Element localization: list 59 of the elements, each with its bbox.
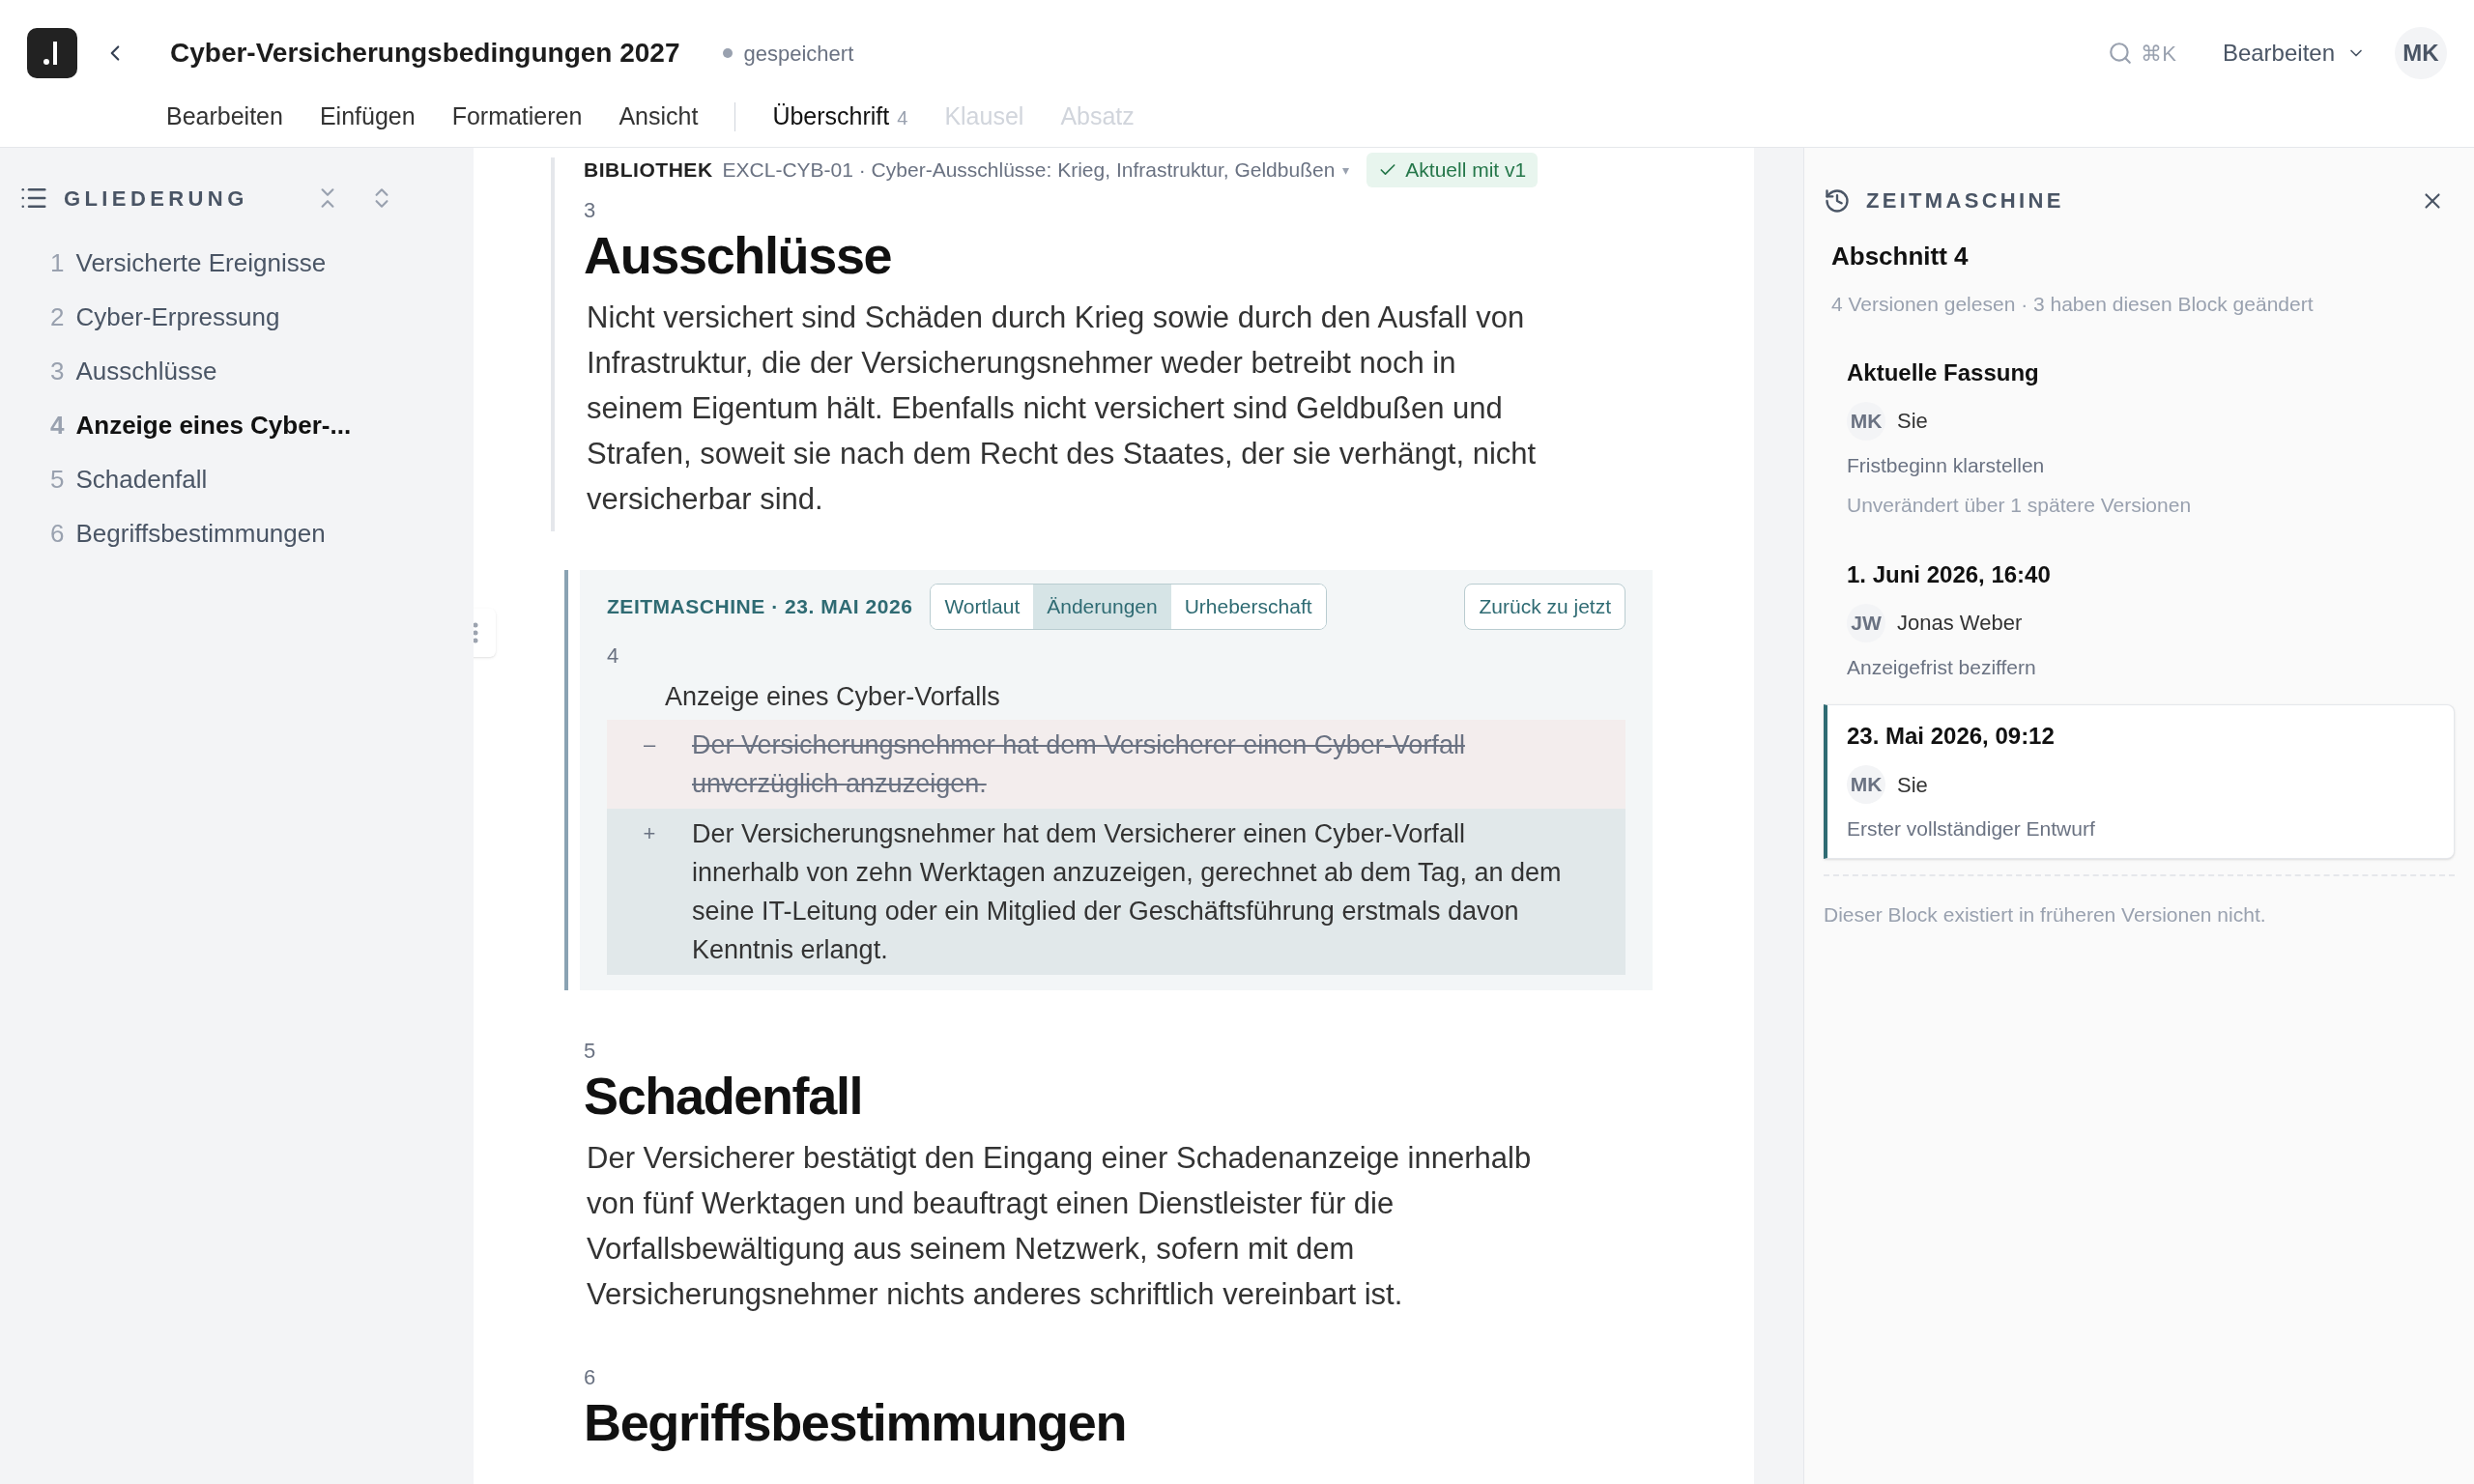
author-name: Jonas Weber [1897, 610, 2023, 637]
section-text: Der Versicherer bestätigt den Eingang einer Schadenanzeige innerhalb von fünf Werktagen und beauftragt einen Dienstleister für die Vorfallsbewältigung aus seinem Netzwerk, sofern mit dem Versicherungsnehmer nichts anderes schriftlich vereinbart ist. [587, 1140, 1533, 1313]
section-heading: Schadenfall [584, 1066, 864, 1127]
author-avatar: JW [1847, 603, 1885, 642]
version-entry[interactable]: 1. Juni 2026, 16:40 JW Jonas Weber Anzeigefrist beziffern [1824, 542, 2455, 697]
author-avatar: MK [1847, 401, 1885, 441]
sync-status-badge: Aktuell mit v1 [1366, 153, 1539, 187]
outline-title: GLIEDERUNG [64, 185, 248, 213]
library-reference-dropdown[interactable]: EXCL-CYB-01 · Cyber-Ausschlüsse: Krieg, Infrastruktur, Geldbußen ▾ [722, 155, 1350, 186]
back-to-now-button[interactable]: Zurück zu jetzt [1464, 584, 1625, 630]
version-title: 1. Juni 2026, 16:40 [1847, 559, 2052, 589]
outline-item[interactable]: 2 Cyber-Erpressung [50, 299, 454, 336]
diff-text: Der Versicherungsnehmer hat dem Versicherer einen Cyber-Vorfall unverzüglich anzuzeigen. [692, 729, 1466, 800]
menu-item[interactable]: Ansicht [618, 99, 699, 135]
author-avatar: MK [1847, 765, 1885, 804]
block-title: Anzeige eines Cyber-Vorfalls [665, 681, 1001, 713]
outline-item[interactable]: 6 Begriffsbestimmungen [50, 515, 454, 553]
library-label: BIBLIOTHEK [584, 157, 713, 184]
panel-title: ZEITMASCHINE [1866, 187, 2064, 214]
version-message: Fristbeginn klarstellen [1847, 452, 2046, 478]
outline-item[interactable]: 1 Versicherte Ereignisse [50, 244, 454, 282]
version-entry[interactable]: Aktuelle Fassung MK Sie Fristbeginn klarstellen Unverändert über 1 spätere Versionen [1824, 340, 2455, 535]
version-title: 23. Mai 2026, 09:12 [1847, 722, 2056, 751]
section-number: 6 [584, 1365, 597, 1390]
version-note: Unverändert über 1 spätere Versionen [1847, 493, 2193, 518]
mode-dropdown[interactable]: Bearbeiten [2222, 36, 2366, 71]
version-entry[interactable]: 23. Mai 2026, 09:12 MK Sie Erster vollständiger Entwurf [1824, 704, 2455, 859]
version-title: Aktuelle Fassung [1847, 357, 2040, 387]
search-icon [2108, 41, 2134, 66]
diff-text: Der Versicherungsnehmer hat dem Versicherer einen Cyber-Vorfall innerhalb von zehn Werktagen anzuzeigen, gerechnet ab dem Tag, an dem seine IT-Leitung oder ein Mitglied der Geschäftsführung erstmals davon Kenntnis erlangt. [692, 818, 1563, 966]
menu-item[interactable]: Bearbeiten [166, 99, 283, 135]
section-heading: Ausschlüsse [584, 225, 893, 286]
author-name: Sie [1897, 408, 1928, 435]
author-name: Sie [1897, 771, 1928, 799]
history-footer-note: Dieser Block existiert in früheren Versionen nicht. [1824, 901, 2267, 928]
diff-sign: – [642, 731, 657, 758]
section-heading: Begriffsbestimmungen [584, 1392, 1128, 1453]
block-type-item[interactable]: Überschrift 4 [772, 99, 908, 135]
block-name: Abschnitt 4 [1831, 241, 1970, 272]
document-title: Cyber-Versicherungsbedingungen 2027 [170, 37, 680, 70]
section-text: Nicht versichert sind Schäden durch Krieg sowie durch den Ausfall von Infrastruktur, die der Versicherungsnehmer weder betreibt noch in seinem Eigentum hält. Ebenfalls nicht versichert sind Geldbußen und Strafen, soweit sie nach dem Recht des Staates, der sie verhängt, nicht versicherbar sind. [587, 300, 1538, 518]
history-icon [1824, 186, 1851, 214]
version-message: Anzeigefrist beziffern [1847, 654, 2037, 680]
menu-item[interactable]: Einfügen [319, 99, 416, 135]
section-number: 3 [584, 198, 597, 223]
user-avatar[interactable]: MK [2395, 27, 2447, 79]
outline-item[interactable]: 4 Anzeige eines Cyber-... [50, 407, 454, 444]
app-logo-icon [27, 28, 77, 78]
version-message: Erster vollständiger Entwurf [1847, 816, 2096, 842]
menu-item[interactable]: Formatieren [451, 99, 583, 135]
section-number: 5 [584, 1039, 597, 1064]
time-machine-header: ZEITMASCHINE · 23. MAI 2026 [607, 594, 913, 620]
view-tab[interactable]: Änderungen [1033, 585, 1171, 629]
diff-sign: + [642, 820, 657, 847]
save-status: gespeichert [743, 40, 854, 68]
outline-item[interactable]: 3 Ausschlüsse [50, 353, 454, 390]
block-number: 4 [607, 642, 620, 670]
outline-item[interactable]: 5 Schadenfall [50, 461, 454, 499]
version-summary: 4 Versionen gelesen · 3 haben diesen Block geändert [1831, 292, 2315, 317]
